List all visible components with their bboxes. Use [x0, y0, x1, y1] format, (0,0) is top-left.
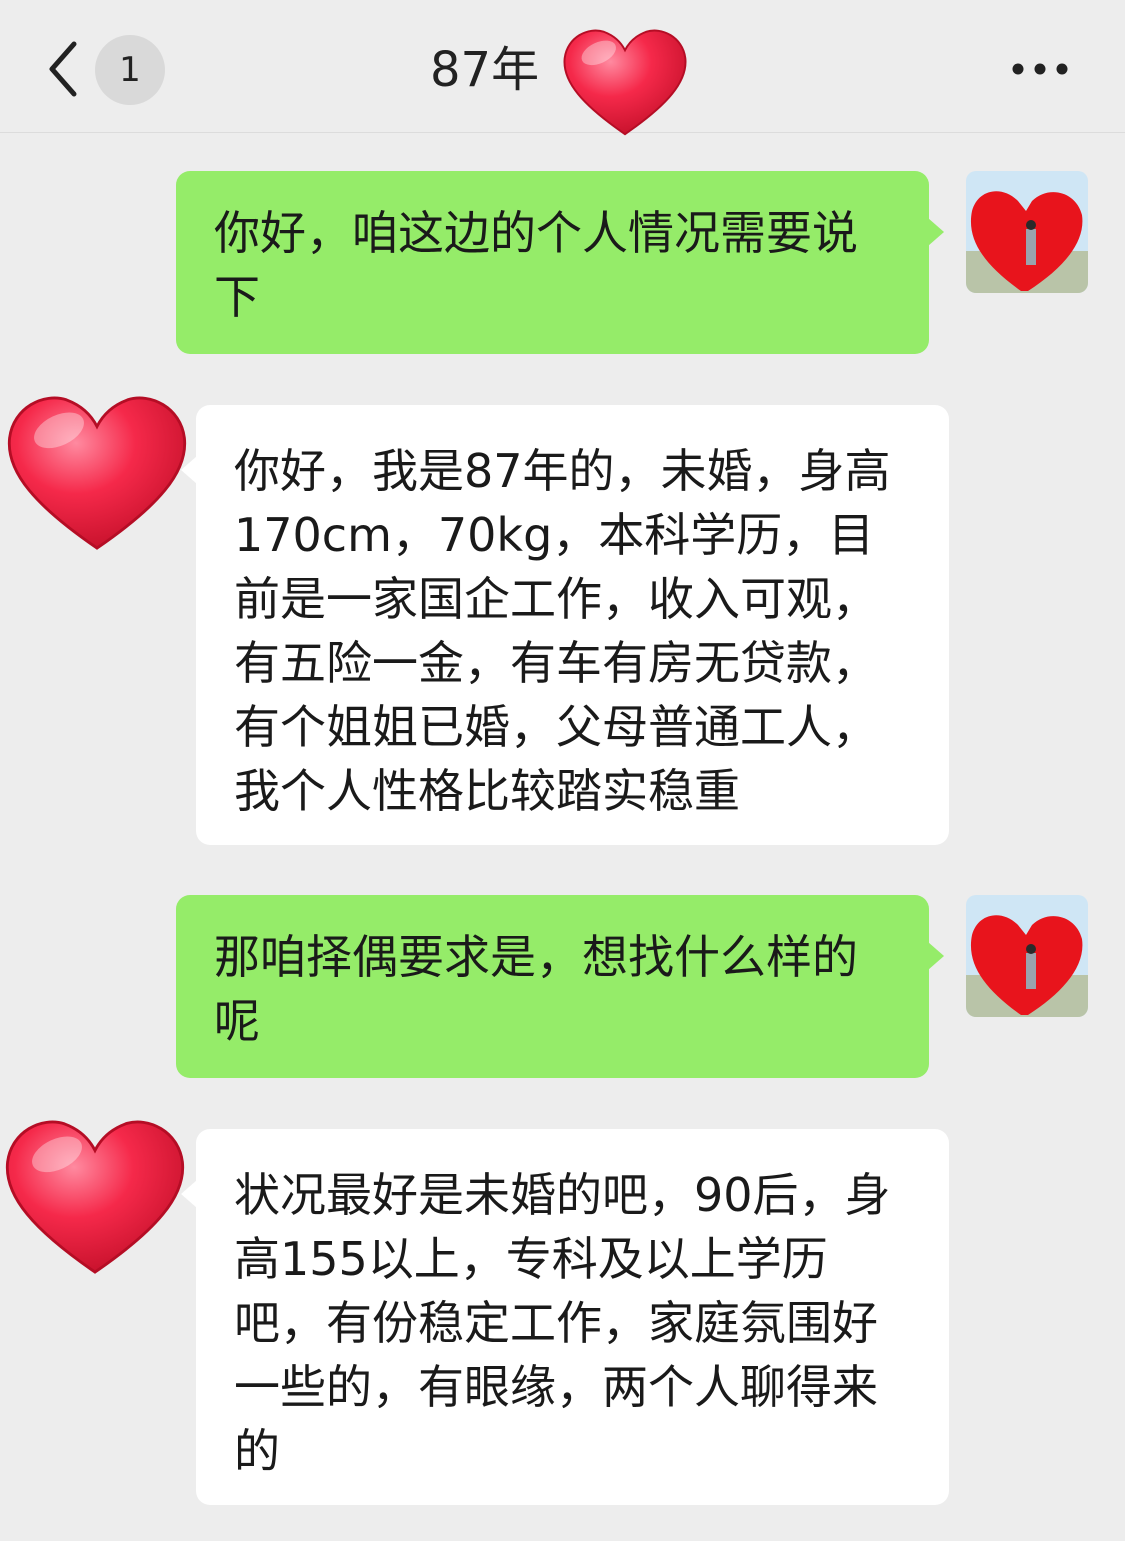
bubble-tail	[181, 1180, 197, 1208]
my-avatar[interactable]	[966, 171, 1088, 293]
heart-sticker-icon	[5, 1120, 185, 1274]
chat-title: 87年	[430, 42, 540, 98]
heart-sticker-icon	[7, 396, 187, 550]
message-bubble-incoming[interactable]: 你好，我是87年的，未婚，身高170cm，70kg，本科学历，目前是一家国企工作…	[196, 405, 949, 845]
message-bubble-incoming[interactable]: 状况最好是未婚的吧，90后，身高155以上，专科及以上学历吧，有份稳定工作，家庭…	[196, 1129, 949, 1505]
avatar-photo-icon	[966, 895, 1088, 1017]
more-dots-icon[interactable]	[1008, 52, 1072, 86]
back-chevron-icon[interactable]	[40, 36, 90, 102]
message-text: 状况最好是未婚的吧，90后，身高155以上，专科及以上学历吧，有份稳定工作，家庭…	[234, 1168, 891, 1478]
my-avatar[interactable]	[966, 895, 1088, 1017]
message-text: 那咱择偶要求是，想找什么样的呢	[214, 930, 858, 1048]
bubble-tail	[181, 456, 197, 484]
message-text: 你好，咱这边的个人情况需要说下	[214, 206, 858, 324]
avatar-photo-icon	[966, 171, 1088, 293]
message-bubble-outgoing[interactable]: 那咱择偶要求是，想找什么样的呢	[176, 895, 929, 1078]
heart-sticker-icon	[563, 29, 687, 136]
bubble-tail	[928, 942, 944, 970]
unread-count-badge[interactable]: 1	[95, 35, 165, 105]
message-text: 你好，我是87年的，未婚，身高170cm，70kg，本科学历，目前是一家国企工作…	[234, 444, 891, 818]
message-bubble-outgoing[interactable]: 你好，咱这边的个人情况需要说下	[176, 171, 929, 354]
bubble-tail	[928, 218, 944, 246]
chat-header: 1 87年	[0, 0, 1125, 136]
